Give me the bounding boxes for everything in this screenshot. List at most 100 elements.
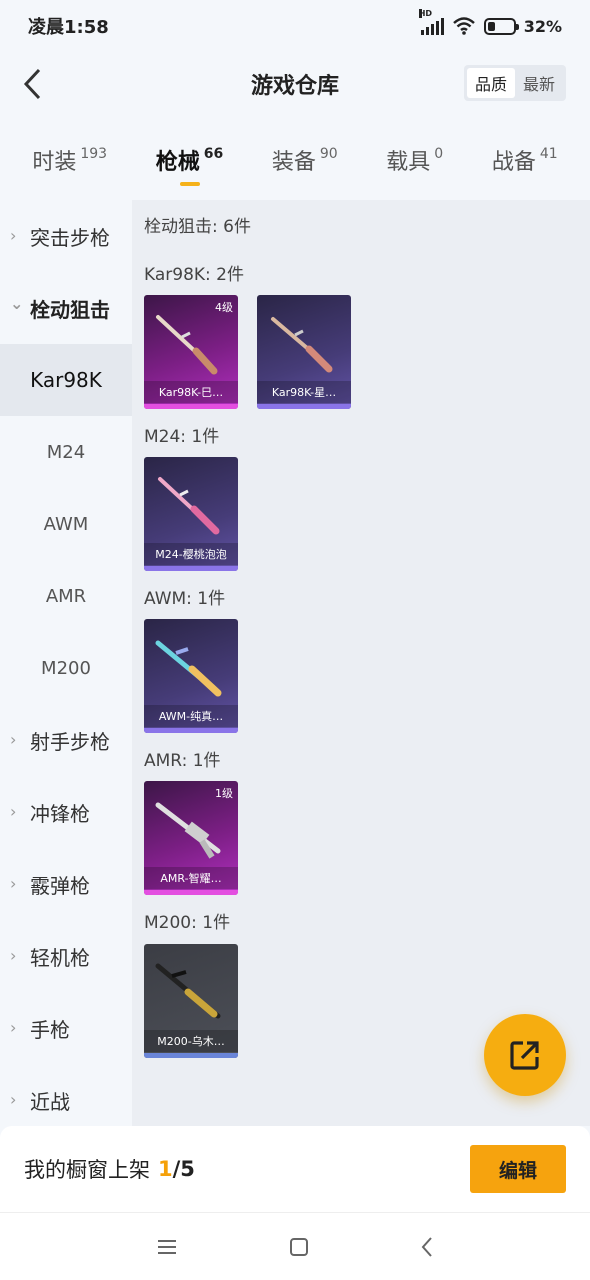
category-summary: 栓动狙击: 6件 (144, 217, 251, 237)
sidebar-sub-awm[interactable]: AWM (0, 488, 132, 560)
weapon-card[interactable]: Kar98K-星… (257, 295, 351, 409)
weapon-card[interactable]: 4级 Kar98K-巳… (144, 295, 238, 409)
sidebar-sub-m24[interactable]: M24 (0, 416, 132, 488)
sidebar-sub-label: AWM (43, 513, 89, 535)
menu-icon[interactable] (156, 1238, 178, 1256)
sort-newest-button[interactable]: 最新 (515, 68, 563, 98)
tab-label: 载具 (386, 150, 431, 175)
weapon-name: Kar98K-星… (257, 381, 351, 403)
showcase-label: 我的橱窗上架 (24, 1158, 150, 1182)
sidebar-sub-amr[interactable]: AMR (0, 560, 132, 632)
sidebar-item-label: 手枪 (30, 1017, 70, 1042)
tab-vehicles[interactable]: 载具 0 (386, 130, 443, 192)
status-right: HD 32% (418, 9, 562, 36)
section-title: AWM: 1件 (144, 589, 226, 609)
tab-label: 装备 (271, 150, 316, 175)
sidebar-item-label: 轻机枪 (30, 945, 90, 970)
tab-label: 时装 (32, 150, 77, 175)
weapon-list: 栓动狙击: 6件 Kar98K: 2件 4级 Kar98K-巳… Kar98K-… (132, 200, 590, 1126)
top-bar: 游戏仓库 品质 最新 (0, 52, 590, 116)
sidebar-item-lmg[interactable]: › 轻机枪 (0, 920, 132, 992)
tab-count: 66 (203, 146, 224, 162)
status-bar: 凌晨1:58 HD 32% (0, 0, 590, 52)
weapon-name: AMR-智耀… (144, 867, 238, 889)
sort-quality-button[interactable]: 品质 (466, 68, 515, 98)
section-title: AMR: 1件 (144, 751, 221, 771)
signal-icon: HD (418, 9, 444, 35)
tab-costume[interactable]: 时装 193 (32, 130, 107, 192)
sidebar-sub-label: Kar98K (30, 368, 102, 392)
sidebar-item-label: 冲锋枪 (30, 801, 90, 826)
rarity-strip (257, 404, 351, 409)
showcase-panel: 我的橱窗上架 1 /5 编辑 (0, 1126, 590, 1212)
back-button[interactable] (14, 66, 50, 102)
rarity-strip (144, 728, 238, 733)
tab-supplies[interactable]: 战备 41 (492, 130, 558, 192)
sidebar-item-label: 射手步枪 (30, 729, 110, 754)
rarity-strip (144, 404, 238, 409)
showcase-current-count: 1 (158, 1157, 173, 1181)
sidebar-item-label: 栓动狙击 (30, 297, 110, 322)
sidebar-sub-kar98k[interactable]: Kar98K (0, 344, 132, 416)
system-nav-bar (0, 1212, 590, 1280)
rarity-strip (144, 1053, 238, 1058)
sidebar-sub-label: M24 (46, 441, 86, 463)
battery-percent: 32% (523, 16, 562, 36)
chevron-right-icon: › (10, 946, 17, 965)
weapon-card[interactable]: M200-乌木… (144, 944, 238, 1058)
share-button[interactable] (484, 1014, 566, 1096)
weapon-card[interactable]: AWM-纯真… (144, 619, 238, 733)
sidebar-item-marksman-rifle[interactable]: › 射手步枪 (0, 704, 132, 776)
weapon-name: M24-樱桃泡泡 (144, 543, 238, 565)
sidebar-item-label: 突击步枪 (30, 225, 110, 250)
weapon-card[interactable]: M24-樱桃泡泡 (144, 457, 238, 571)
rifle-icon (155, 963, 221, 1019)
wifi-icon (452, 17, 475, 35)
sidebar-item-smg[interactable]: › 冲锋枪 (0, 776, 132, 848)
tab-count: 193 (80, 146, 108, 162)
sidebar-item-label: 霰弹枪 (30, 873, 90, 898)
weapon-name: Kar98K-巳… (144, 381, 238, 403)
rifle-icon (155, 640, 222, 697)
battery-icon (483, 17, 519, 35)
active-tab-indicator (179, 182, 200, 186)
section-title: Kar98K: 2件 (144, 265, 244, 285)
chevron-right-icon: › (10, 802, 17, 821)
section-title: M200: 1件 (144, 913, 231, 933)
tab-count: 90 (319, 146, 338, 162)
chevron-right-icon: › (10, 874, 17, 893)
chevron-right-icon: › (10, 1090, 17, 1109)
rifle-icon (155, 802, 221, 859)
chevron-down-icon: ⌄ (10, 294, 24, 313)
sidebar-item-pistol[interactable]: › 手枪 (0, 992, 132, 1064)
weapon-name: M200-乌木… (144, 1030, 238, 1052)
rifle-icon (158, 477, 220, 535)
hd-badge: HD (418, 9, 433, 18)
tab-equipment[interactable]: 装备 90 (272, 130, 338, 192)
edit-button[interactable]: 编辑 (470, 1145, 566, 1193)
chevron-right-icon: › (10, 226, 17, 245)
back-icon[interactable] (420, 1236, 434, 1258)
chevron-right-icon: › (10, 730, 17, 749)
sidebar-item-bolt-sniper[interactable]: ⌄ 栓动狙击 (0, 272, 132, 344)
rarity-strip (144, 890, 238, 895)
sidebar-sub-m200[interactable]: M200 (0, 632, 132, 704)
rifle-icon (156, 315, 218, 375)
tab-firearms[interactable]: 枪械 66 (156, 130, 224, 192)
sidebar-item-assault-rifle[interactable]: › 突击步枪 (0, 200, 132, 272)
status-time: 凌晨1:58 (28, 17, 109, 38)
showcase-max-count: /5 (172, 1157, 195, 1181)
tab-count: 41 (539, 146, 558, 162)
weapon-name: AWM-纯真… (144, 705, 238, 727)
page-title: 游戏仓库 (250, 74, 339, 99)
home-icon[interactable] (289, 1237, 309, 1257)
weapon-card[interactable]: 1级 AMR-智耀… (144, 781, 238, 895)
sidebar-item-shotgun[interactable]: › 霰弹枪 (0, 848, 132, 920)
section-title: M24: 1件 (144, 427, 220, 447)
back-arrow-icon (23, 68, 41, 100)
tab-count: 0 (434, 146, 444, 162)
tab-label: 战备 (491, 150, 536, 175)
sidebar-sub-label: AMR (45, 585, 87, 607)
sidebar-sub-label: M200 (41, 657, 91, 679)
category-tabs: 时装 193 枪械 66 装备 90 载具 0 战备 41 (0, 130, 590, 192)
